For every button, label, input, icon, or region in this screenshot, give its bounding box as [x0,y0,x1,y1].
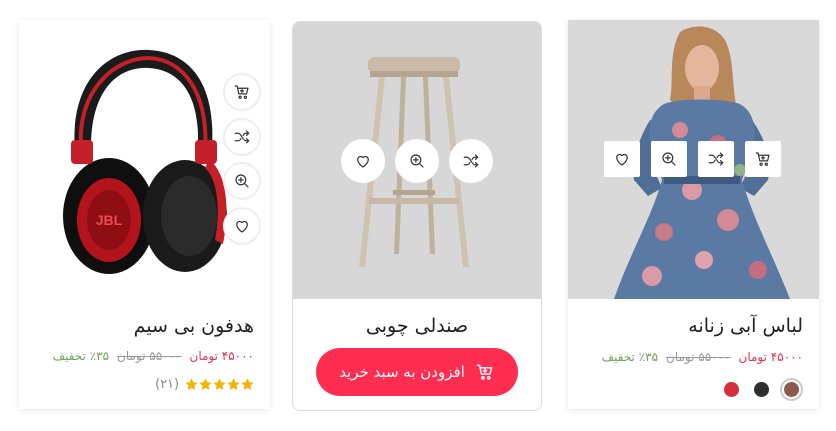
add-to-cart-button[interactable] [223,73,261,111]
shuffle-icon [234,130,250,144]
cart-icon [755,152,770,166]
cart-icon [234,85,249,99]
price-old: ۵۵۰۰۰ تومان [117,349,182,363]
product-card-dress: لباس آبی زنانه ۴۵۰۰۰ تومان ۵۵۰۰۰ تومان ٪… [568,20,819,409]
product-title[interactable]: لباس آبی زنانه [688,315,803,337]
star-icon [185,378,198,390]
color-swatch-brown[interactable] [784,382,799,397]
price-new: ۴۵۰۰۰ تومان [189,349,254,363]
add-to-cart-button[interactable] [745,141,781,177]
star-icon [227,378,240,390]
rating-stars [185,378,254,391]
product-card-chair: صندلی چوبی افزودن به سبد خرید [292,21,542,411]
rating-count: (۲۱) [155,377,180,392]
star-icon [213,378,226,390]
price-old: ۵۵۰۰۰ تومان [666,350,731,364]
zoom-in-icon [410,154,424,168]
star-icon [241,378,254,390]
color-swatch-red[interactable] [724,382,739,397]
heart-icon [616,153,628,166]
product-card-headphones: JBL هدفون بی سیم ۴۵۰۰۰ تومان ۵۵۰۰۰ تومان… [19,20,270,409]
compare-button[interactable] [698,141,734,177]
product-image-headphones[interactable]: JBL [19,20,270,299]
heart-icon [236,220,248,233]
headphones-photo: JBL [63,49,227,274]
zoom-in-icon [662,152,676,166]
compare-button[interactable] [449,139,493,183]
price-row: ۴۵۰۰۰ تومان ۵۵۰۰۰ تومان ٪۳۵ تخفیف [602,350,803,364]
wishlist-button[interactable] [604,141,640,177]
add-to-cart-label: افزودن به سبد خرید [339,363,465,381]
wishlist-button[interactable] [341,139,385,183]
quick-view-button[interactable] [651,141,687,177]
quick-view-button[interactable] [395,139,439,183]
price-row: ۴۵۰۰۰ تومان ۵۵۰۰۰ تومان ٪۳۵ تخفیف [53,349,254,363]
price-new: ۴۵۰۰۰ تومان [738,350,803,364]
heart-icon [357,155,369,168]
jbl-logo: JBL [96,212,123,228]
wishlist-button[interactable] [223,207,261,245]
zoom-in-icon [235,174,249,188]
discount-badge: ٪۳۵ تخفیف [52,349,110,363]
cart-icon [476,364,493,380]
product-title[interactable]: هدفون بی سیم [134,315,254,337]
color-swatch-black[interactable] [754,382,769,397]
add-to-cart-button[interactable]: افزودن به سبد خرید [316,348,518,396]
compare-button[interactable] [223,118,261,156]
discount-badge: ٪۳۵ تخفیف [601,350,659,364]
product-rating: (۲۱) [155,377,254,392]
product-title[interactable]: صندلی چوبی [293,315,541,337]
star-icon [199,378,212,390]
shuffle-icon [708,152,724,166]
quick-view-button[interactable] [223,162,261,200]
shuffle-icon [463,154,479,168]
